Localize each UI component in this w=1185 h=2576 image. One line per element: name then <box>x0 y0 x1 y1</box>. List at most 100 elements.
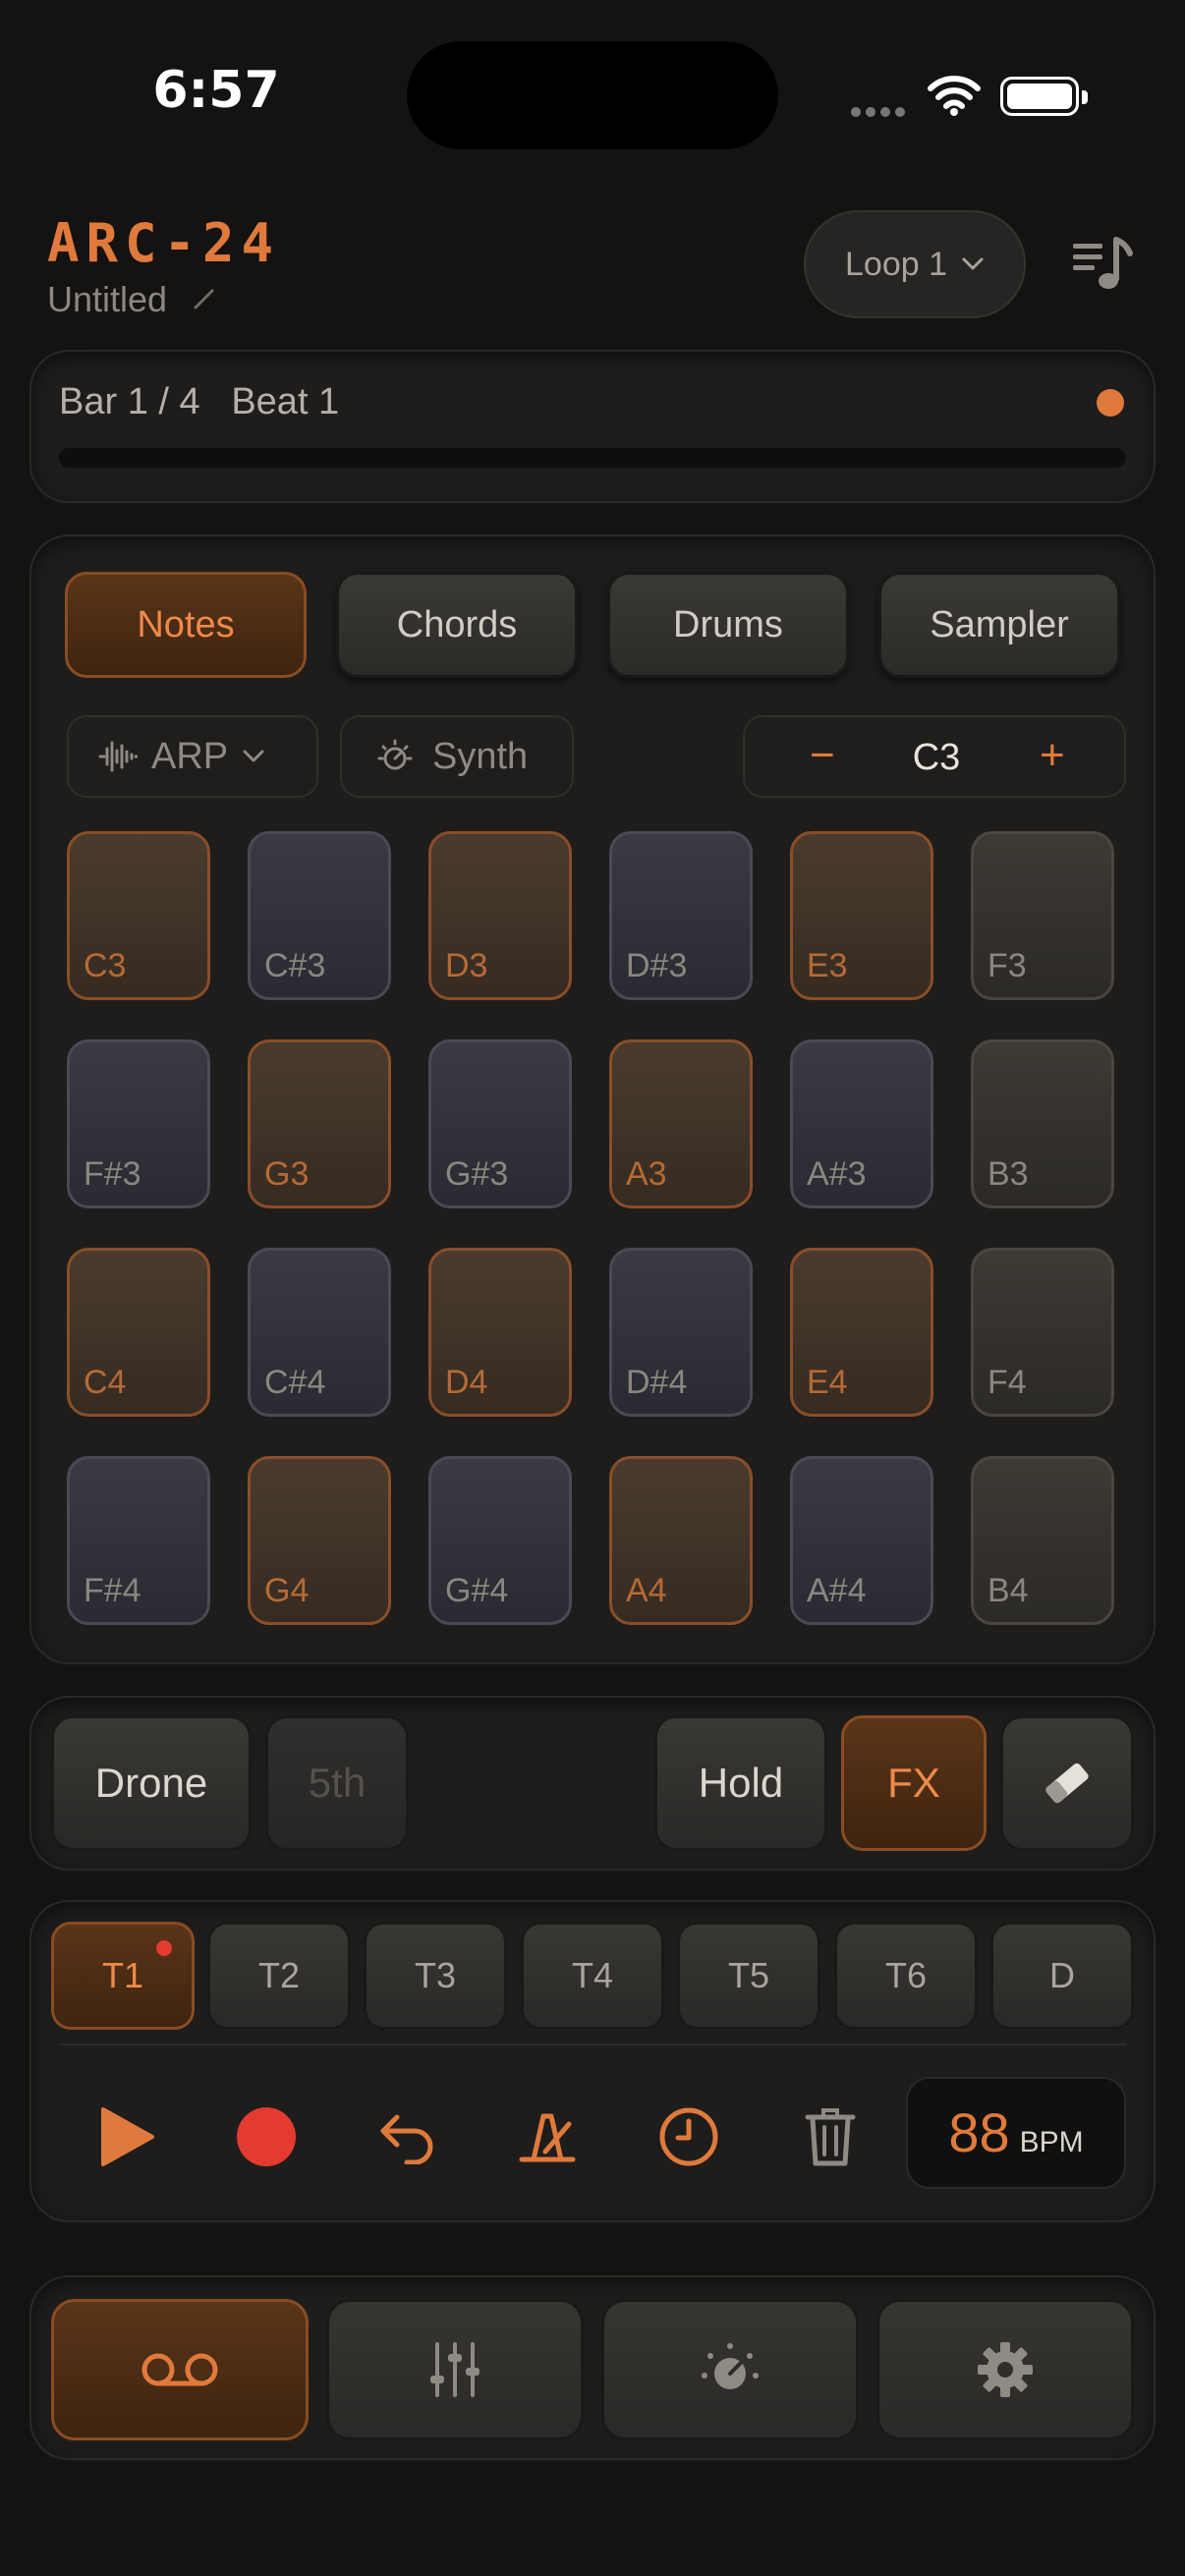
note-pad[interactable]: F#4 <box>67 1456 210 1625</box>
note-pad[interactable]: F3 <box>971 831 1114 1000</box>
play-button[interactable] <box>83 2093 171 2181</box>
pencil-icon[interactable] <box>193 287 216 315</box>
note-pad[interactable]: F4 <box>971 1248 1114 1417</box>
fifth-button[interactable]: 5th <box>265 1715 409 1851</box>
note-pad-label: F#3 <box>84 1155 141 1193</box>
waveform-icon <box>98 741 138 772</box>
note-pad-label: G#3 <box>445 1155 509 1193</box>
tab-sampler[interactable]: Sampler <box>878 572 1120 678</box>
note-pad[interactable]: G#4 <box>428 1456 572 1625</box>
note-pad-label: B3 <box>988 1155 1029 1193</box>
note-pad-label: A#3 <box>807 1155 867 1193</box>
beat-indicator <box>1097 389 1124 417</box>
project-name[interactable]: Untitled <box>47 279 167 320</box>
delete-button[interactable] <box>786 2093 875 2181</box>
fx-button[interactable]: FX <box>841 1715 987 1851</box>
note-pad-label: B4 <box>988 1572 1029 1609</box>
note-pad-label: F3 <box>988 947 1027 984</box>
track-tab-t3[interactable]: T3 <box>364 1922 507 2030</box>
bar-readout: Bar 1 / 4 <box>59 381 200 422</box>
knob-icon <box>377 739 413 770</box>
undo-button[interactable] <box>364 2093 452 2181</box>
app-title: ARC-24 <box>47 212 281 274</box>
octave-minus-button[interactable]: − <box>810 731 835 780</box>
tab-drums[interactable]: Drums <box>607 572 849 678</box>
note-pad-label: F#4 <box>84 1572 141 1609</box>
note-pad[interactable]: F#3 <box>67 1039 210 1208</box>
note-pad[interactable]: E4 <box>790 1248 933 1417</box>
note-pad[interactable]: A#4 <box>790 1456 933 1625</box>
chevron-down-icon <box>243 750 264 762</box>
note-pad-label: A#4 <box>807 1572 867 1609</box>
note-pad-label: C3 <box>84 947 127 984</box>
note-pad[interactable]: B4 <box>971 1456 1114 1625</box>
note-pad[interactable]: C#3 <box>248 831 391 1000</box>
arp-dropdown[interactable]: ARP <box>67 715 318 798</box>
note-pad-label: F4 <box>988 1364 1027 1401</box>
timer-button[interactable] <box>645 2093 733 2181</box>
synth-label: Synth <box>432 735 529 777</box>
eraser-icon <box>1045 1763 1089 1804</box>
octave-plus-button[interactable]: + <box>1040 731 1065 780</box>
tempo-display[interactable]: 88 BPM <box>906 2077 1126 2189</box>
dynamic-island <box>407 41 778 149</box>
note-pad[interactable]: A3 <box>609 1039 753 1208</box>
note-pad[interactable]: D#4 <box>609 1248 753 1417</box>
track-tab-t1[interactable]: T1 <box>51 1922 195 2030</box>
undo-icon <box>380 2114 433 2164</box>
octave-stepper: − C3 + <box>743 715 1126 798</box>
recording-dot <box>156 1940 172 1956</box>
position-progress-bar[interactable] <box>59 448 1126 468</box>
battery-icon <box>1000 77 1088 116</box>
erase-button[interactable] <box>1000 1715 1134 1851</box>
tab-notes[interactable]: Notes <box>65 572 307 678</box>
track-tab-t5[interactable]: T5 <box>677 1922 820 2030</box>
note-pad-label: E4 <box>807 1364 848 1401</box>
bpm-value: 88 <box>948 2101 1010 2163</box>
metronome-icon <box>519 2113 576 2162</box>
track-tab-t4[interactable]: T4 <box>521 1922 664 2030</box>
hold-button[interactable]: Hold <box>654 1715 827 1851</box>
octave-value: C3 <box>912 737 961 778</box>
mixer-icon <box>430 2342 480 2397</box>
note-pad-label: D3 <box>445 947 488 984</box>
note-pad[interactable]: D4 <box>428 1248 572 1417</box>
nav-settings[interactable] <box>876 2299 1134 2440</box>
note-pad[interactable]: E3 <box>790 831 933 1000</box>
loop-label: Loop 1 <box>845 245 947 283</box>
note-pad[interactable]: G3 <box>248 1039 391 1208</box>
synth-selector[interactable]: Synth <box>340 715 574 798</box>
note-pad[interactable]: C3 <box>67 831 210 1000</box>
nav-recorder[interactable] <box>51 2299 309 2440</box>
note-pad[interactable]: C4 <box>67 1248 210 1417</box>
wifi-icon <box>928 75 981 121</box>
note-pad[interactable]: A#3 <box>790 1039 933 1208</box>
note-pad-label: A3 <box>626 1155 667 1193</box>
note-pad[interactable]: A4 <box>609 1456 753 1625</box>
drone-button[interactable]: Drone <box>51 1715 252 1851</box>
beat-readout: Beat 1 <box>231 381 340 422</box>
nav-sound[interactable] <box>601 2299 859 2440</box>
loop-selector[interactable]: Loop 1 <box>804 210 1026 318</box>
note-pad-label: G4 <box>264 1572 310 1609</box>
position-readout: Bar 1 / 4 Beat 1 <box>59 381 339 423</box>
recorder-icon <box>141 2353 218 2386</box>
arp-label: ARP <box>151 735 229 777</box>
clock-icon <box>659 2107 718 2166</box>
nav-mixer[interactable] <box>326 2299 584 2440</box>
record-button[interactable] <box>222 2093 310 2181</box>
note-pad[interactable]: B3 <box>971 1039 1114 1208</box>
note-pad[interactable]: G#3 <box>428 1039 572 1208</box>
note-pad[interactable]: G4 <box>248 1456 391 1625</box>
note-pad[interactable]: C#4 <box>248 1248 391 1417</box>
note-pad-label: C#4 <box>264 1364 326 1401</box>
note-pad[interactable]: D#3 <box>609 831 753 1000</box>
signal-icon <box>851 104 910 122</box>
tab-chords[interactable]: Chords <box>336 572 578 678</box>
metronome-button[interactable] <box>503 2093 592 2181</box>
track-tab-drums[interactable]: D <box>990 1922 1134 2030</box>
track-tab-t2[interactable]: T2 <box>207 1922 351 2030</box>
note-pad[interactable]: D3 <box>428 831 572 1000</box>
track-tab-t6[interactable]: T6 <box>834 1922 978 2030</box>
playlist-music-icon[interactable] <box>1071 234 1134 300</box>
